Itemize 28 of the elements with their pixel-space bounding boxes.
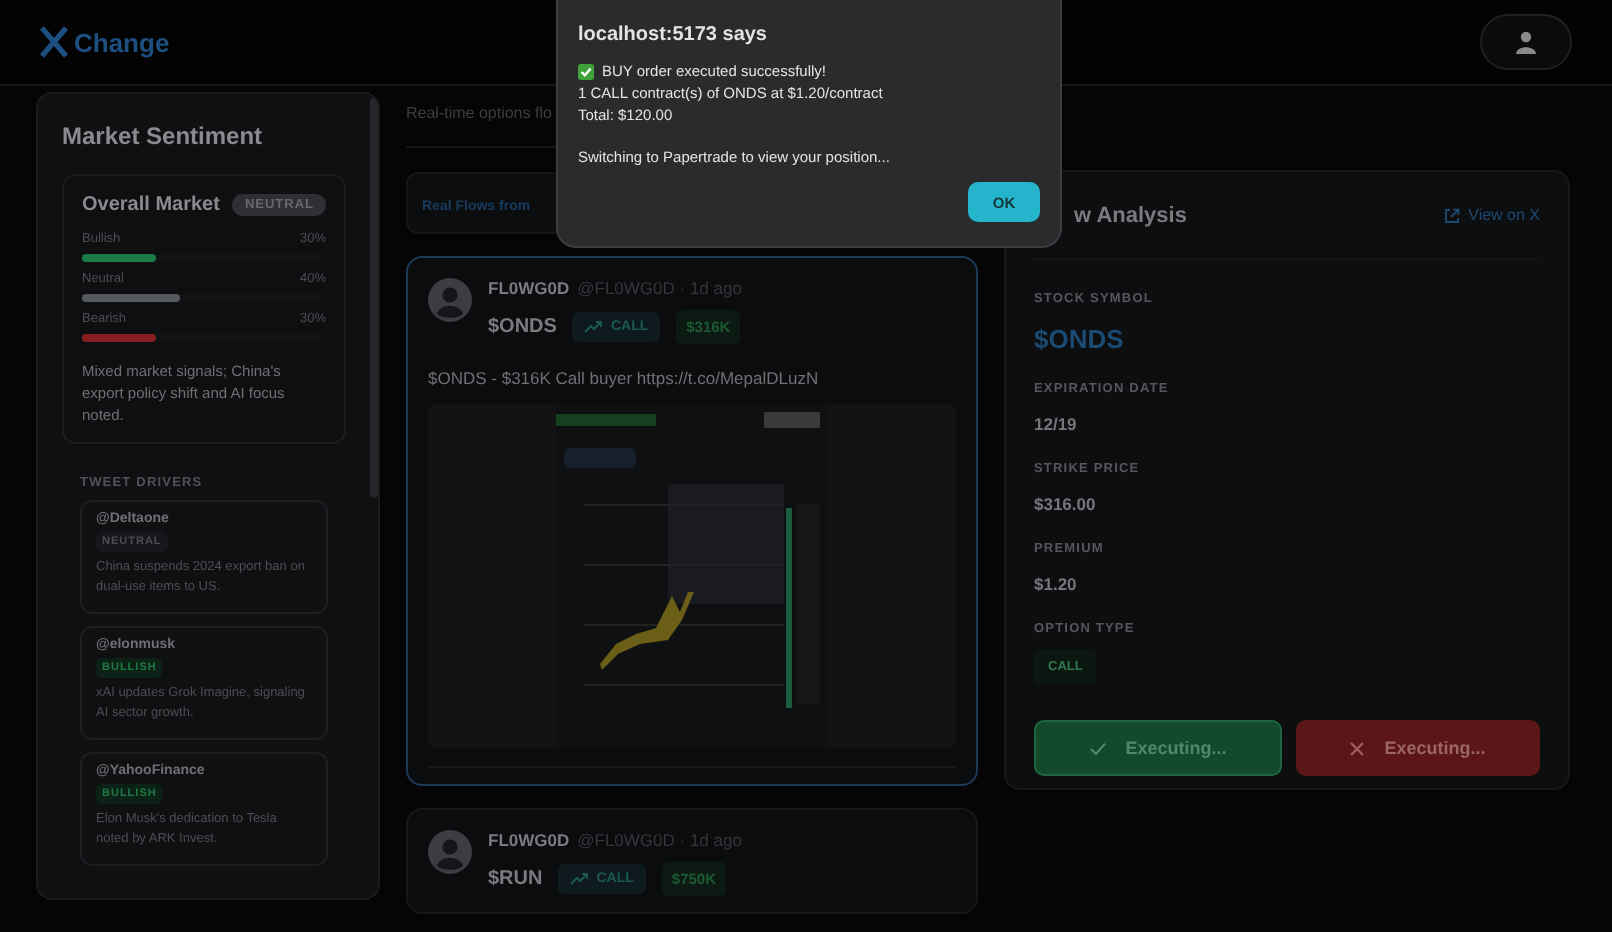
check-icon <box>1089 741 1106 755</box>
dialog-title: localhost:5173 says <box>578 24 769 46</box>
field-value: $316.00 <box>1034 494 1098 514</box>
external-link-icon <box>1444 207 1461 223</box>
view-on-x-link[interactable]: View on X <box>1444 206 1540 224</box>
trend-up-icon <box>584 320 603 334</box>
ticker-symbol: $RUN <box>488 868 543 890</box>
stock-symbol: $ONDS <box>1034 324 1126 354</box>
tweet-text: $ONDS - $316K Call buyer https://t.co/MepalDLuzN <box>428 368 821 388</box>
field-value: 12/19 <box>1034 414 1079 434</box>
trend-up-icon <box>570 872 589 886</box>
user-icon <box>1514 30 1538 54</box>
card-title: Overall Market <box>82 194 220 216</box>
user-button[interactable] <box>1480 14 1572 70</box>
avatar-icon <box>428 278 472 322</box>
avatar-icon <box>428 830 472 874</box>
panel-title: Market Sentiment <box>62 122 265 150</box>
logo-text: Change <box>74 27 170 57</box>
check-box-icon <box>578 63 594 79</box>
author-name: FL0WG0D <box>488 278 570 298</box>
author-name: FL0WG0D <box>488 830 570 850</box>
buy-button[interactable]: Executing... <box>1034 720 1282 776</box>
sell-button[interactable]: Executing... <box>1296 720 1540 776</box>
x-logo-icon <box>38 26 70 58</box>
panel-title: w Analysis <box>1074 203 1187 227</box>
close-icon <box>1350 741 1365 755</box>
ticker-symbol: $ONDS <box>488 316 557 338</box>
field-value: $1.20 <box>1034 574 1079 594</box>
